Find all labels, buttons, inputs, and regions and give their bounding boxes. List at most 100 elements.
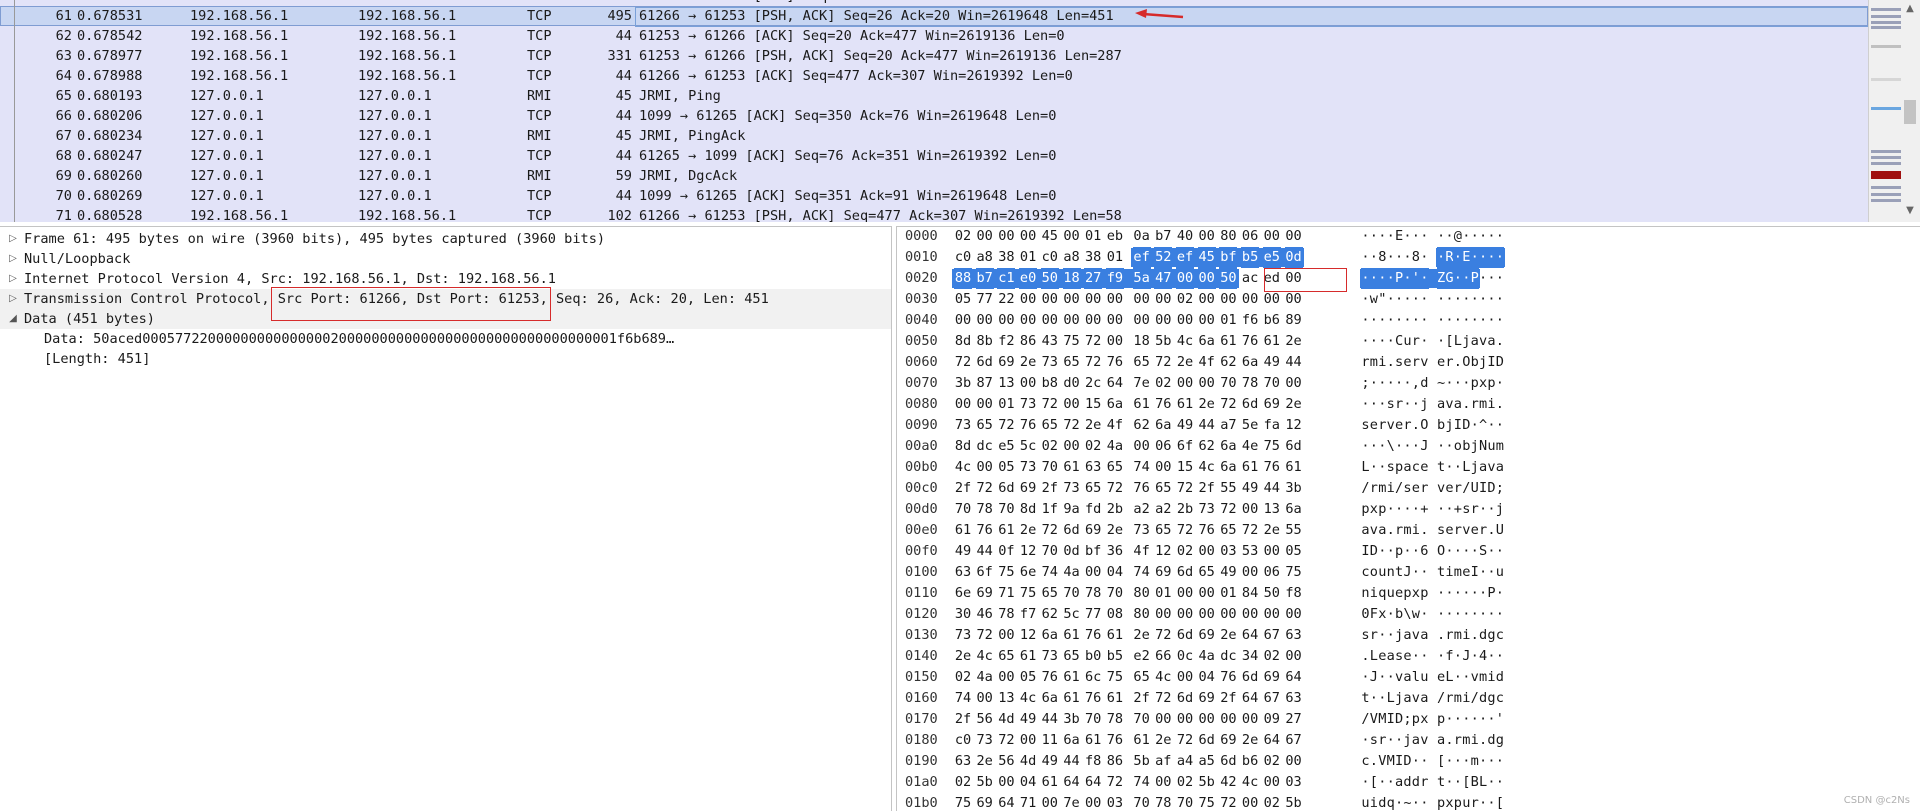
ascii-char[interactable]: · <box>1420 604 1429 625</box>
ascii-char[interactable]: J <box>1420 436 1429 457</box>
hex-byte[interactable]: 4c <box>1019 688 1037 709</box>
hex-byte[interactable]: 01 <box>1019 247 1037 268</box>
hex-byte[interactable]: 27 <box>1084 268 1103 289</box>
hex-row[interactable]: 00a0 8d dc e5 5c 02 00 02 4a 00 06 6f 62 6a 4e 75 6d · · · \… <box>897 436 1920 457</box>
hex-byte[interactable]: 01 <box>1106 247 1124 268</box>
hex-byte[interactable]: 02 <box>1084 436 1102 457</box>
ascii-char[interactable]: · <box>1495 772 1504 793</box>
hex-byte[interactable]: 00 <box>1241 793 1259 811</box>
hex-byte[interactable]: 75 <box>1019 583 1037 604</box>
hex-byte[interactable]: 6a <box>1154 415 1172 436</box>
hex-byte[interactable]: 03 <box>1285 772 1303 793</box>
hex-byte[interactable]: 6a <box>1063 730 1081 751</box>
hex-byte[interactable]: 06 <box>1241 227 1259 247</box>
hex-byte[interactable]: f8 <box>1084 751 1102 772</box>
hex-byte[interactable]: 00 <box>997 227 1015 247</box>
hex-byte[interactable]: 02 <box>1263 751 1281 772</box>
hex-byte[interactable]: 2e <box>1019 520 1037 541</box>
hex-byte[interactable]: 02 <box>954 667 972 688</box>
hex-byte[interactable]: 4f <box>1198 352 1216 373</box>
ascii-char[interactable]: d <box>1420 373 1429 394</box>
hex-byte[interactable]: 72 <box>976 478 994 499</box>
hex-byte[interactable]: dc <box>976 436 994 457</box>
hex-byte[interactable]: 2e <box>1084 415 1102 436</box>
tree-item-data-value[interactable]: Data: 50aced0005772200000000000000020000… <box>0 329 891 349</box>
ascii-char[interactable]: · <box>1419 268 1429 289</box>
collapse-arrow-icon[interactable]: ◢ <box>7 309 19 329</box>
hex-byte[interactable]: fd <box>1084 499 1102 520</box>
packet-row[interactable]: 70 0.680269 127.0.0.1 127.0.0.1 TCP 44 1099 → … <box>0 186 1868 206</box>
hex-byte[interactable]: 09 <box>1263 709 1281 730</box>
hex-byte[interactable]: 76 <box>976 520 994 541</box>
hex-byte[interactable]: d0 <box>1063 373 1081 394</box>
packet-row[interactable]: 66 0.680206 127.0.0.1 127.0.0.1 TCP 44 1099 → … <box>0 106 1868 126</box>
hex-byte[interactable]: a5 <box>1198 751 1216 772</box>
ascii-char[interactable]: . <box>1495 394 1504 415</box>
hex-byte[interactable]: 61 <box>1176 394 1194 415</box>
ascii-char[interactable]: x <box>1420 709 1429 730</box>
hex-byte[interactable]: 76 <box>1241 331 1259 352</box>
hex-byte[interactable]: 12 <box>1019 541 1037 562</box>
hex-byte[interactable]: e2 <box>1133 646 1151 667</box>
ascii-char[interactable]: · <box>1495 268 1504 289</box>
hex-byte[interactable]: 8d <box>954 331 972 352</box>
ascii-char[interactable]: · <box>1495 310 1504 331</box>
hex-byte[interactable]: 74 <box>954 688 972 709</box>
hex-byte[interactable]: bf <box>1084 541 1102 562</box>
hex-byte[interactable]: 77 <box>976 289 994 310</box>
hex-byte[interactable]: 61 <box>1084 730 1102 751</box>
ascii-char[interactable]: . <box>1495 331 1504 352</box>
hex-byte[interactable]: 72 <box>997 415 1015 436</box>
hex-byte[interactable]: 30 <box>954 604 972 625</box>
hex-byte[interactable]: 75 <box>997 562 1015 583</box>
hex-byte[interactable]: 4a <box>1198 646 1216 667</box>
hex-byte[interactable]: 70 <box>1176 793 1194 811</box>
hex-byte[interactable]: 05 <box>954 289 972 310</box>
hex-byte[interactable]: 73 <box>1019 457 1037 478</box>
hex-byte[interactable]: 69 <box>1084 520 1102 541</box>
hex-row[interactable]: 00c0 2f 72 6d 69 2f 73 65 72 76 65 72 2f 55 49 44 3b / r m i… <box>897 478 1920 499</box>
hex-byte[interactable]: 72 <box>1106 478 1124 499</box>
hex-byte[interactable]: 13 <box>997 373 1015 394</box>
hex-byte[interactable]: 2e <box>1198 394 1216 415</box>
hex-byte[interactable]: 00 <box>1154 604 1172 625</box>
hex-byte[interactable]: 3b <box>1063 709 1081 730</box>
hex-byte[interactable]: f2 <box>997 331 1015 352</box>
hex-byte[interactable]: 00 <box>1019 289 1037 310</box>
hex-byte[interactable]: 00 <box>976 394 994 415</box>
hex-row[interactable]: 0080 00 00 01 73 72 00 15 6a 61 76 61 2e 72 6d 69 2e · · · s… <box>897 394 1920 415</box>
hex-byte[interactable]: 13 <box>1263 499 1281 520</box>
hex-byte[interactable]: 69 <box>1263 394 1281 415</box>
hex-byte[interactable]: 13 <box>997 688 1015 709</box>
hex-byte[interactable]: 69 <box>997 352 1015 373</box>
hex-byte[interactable]: 61 <box>1019 646 1037 667</box>
hex-byte[interactable]: 65 <box>1084 478 1102 499</box>
hex-byte[interactable]: 6d <box>997 478 1015 499</box>
hex-byte[interactable]: 72 <box>1041 520 1059 541</box>
hex-byte[interactable]: 2e <box>1106 520 1124 541</box>
hex-byte[interactable]: 76 <box>1106 352 1124 373</box>
hex-byte[interactable]: 00 <box>1241 604 1259 625</box>
hex-byte[interactable]: 00 <box>1241 709 1259 730</box>
ascii-char[interactable]: m <box>1495 436 1504 457</box>
hex-byte[interactable]: 75 <box>1285 562 1303 583</box>
hex-byte[interactable]: 02 <box>954 772 972 793</box>
hex-byte[interactable]: a4 <box>1176 751 1194 772</box>
hex-byte[interactable]: 72 <box>1176 520 1194 541</box>
hex-byte[interactable]: 70 <box>997 499 1015 520</box>
ascii-char[interactable]: · <box>1420 331 1429 352</box>
ascii-char[interactable]: 6 <box>1420 541 1429 562</box>
hex-byte[interactable]: 00 <box>976 227 994 247</box>
hex-byte[interactable]: 6a <box>1285 499 1303 520</box>
hex-byte[interactable]: 44 <box>1198 415 1216 436</box>
hex-byte[interactable]: 75 <box>954 793 972 811</box>
hex-byte[interactable]: 2e <box>1176 352 1194 373</box>
hex-byte[interactable]: 00 <box>1219 604 1237 625</box>
hex-byte[interactable]: 50 <box>1219 268 1238 289</box>
hex-byte[interactable]: 4c <box>1154 667 1172 688</box>
hex-byte[interactable]: ac <box>1241 268 1259 289</box>
hex-byte[interactable]: 72 <box>1219 793 1237 811</box>
hex-byte[interactable]: 02 <box>1154 373 1172 394</box>
hex-row[interactable]: 0010 c0 a8 38 01 c0 a8 38 01 ef 52 ef 45 bf b5 e5 0d · · 8 ·… <box>897 247 1920 268</box>
hex-byte[interactable]: b5 <box>1241 247 1260 268</box>
